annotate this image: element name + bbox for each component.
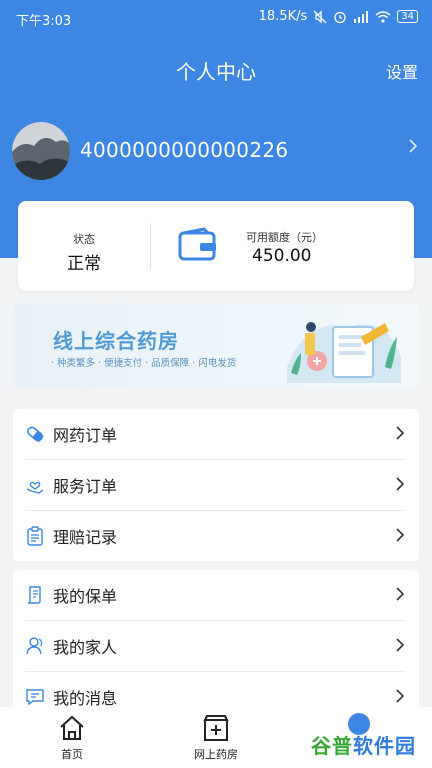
menu-item-label: 我的消息 bbox=[53, 689, 118, 707]
avatar[interactable] bbox=[12, 122, 70, 180]
chevron-right-icon bbox=[396, 689, 405, 703]
menu-group-orders: 网药订单 服务订单 理赔记录 bbox=[13, 409, 419, 561]
settings-button[interactable]: 设置 bbox=[386, 59, 418, 83]
menu-item-label: 网药订单 bbox=[53, 426, 118, 445]
account-card: 状态 正常 可用额度（元） 450.00 bbox=[18, 201, 414, 291]
menu-item-label: 我的保单 bbox=[53, 587, 118, 606]
menu-item-claim-records[interactable]: 理赔记录 bbox=[25, 511, 405, 561]
menu-item-my-messages[interactable]: 我的消息 bbox=[25, 672, 405, 707]
home-icon bbox=[60, 715, 84, 740]
status-time: 下午3:03 bbox=[16, 14, 72, 29]
menu-group-personal: 我的保单 我的家人 我的消息 bbox=[13, 570, 419, 707]
message-icon bbox=[26, 689, 44, 706]
hand-heart-icon bbox=[26, 481, 44, 494]
mute-icon bbox=[313, 9, 327, 24]
wifi-icon bbox=[375, 10, 391, 23]
menu-item-label: 我的家人 bbox=[53, 638, 118, 657]
profile-row[interactable]: 4000000000000226 bbox=[12, 122, 422, 182]
status-label: 状态 bbox=[73, 233, 95, 246]
chevron-right-icon bbox=[396, 426, 405, 440]
chevron-right-icon bbox=[396, 638, 405, 652]
menu-item-drug-orders[interactable]: 网药订单 bbox=[25, 409, 405, 460]
chevron-right-icon bbox=[396, 477, 405, 491]
tab-home[interactable]: 首页 bbox=[12, 707, 132, 768]
pharmacy-banner[interactable]: 线上综合药房 · 种类繁多 · 便捷支付 · 品质保障 · 闪电发货 bbox=[13, 303, 419, 389]
menu-item-my-family[interactable]: 我的家人 bbox=[25, 621, 405, 672]
tab-label: 首页 bbox=[61, 748, 83, 761]
chevron-right-icon bbox=[396, 587, 405, 601]
policy-document-icon bbox=[27, 586, 41, 604]
clipboard-icon bbox=[27, 526, 43, 546]
credit-label: 可用额度（元） bbox=[246, 231, 323, 244]
menu-item-label: 服务订单 bbox=[53, 477, 118, 496]
status-indicators: 18.5K/s 34 bbox=[259, 9, 418, 24]
menu-item-service-orders[interactable]: 服务订单 bbox=[25, 460, 405, 511]
account-status: 状态 正常 bbox=[18, 201, 150, 291]
page-title: 个人中心 bbox=[176, 60, 256, 84]
banner-subtitle: · 种类繁多 · 便捷支付 · 品质保障 · 闪电发货 bbox=[51, 358, 237, 369]
pharmacy-icon bbox=[203, 715, 229, 741]
alarm-icon bbox=[334, 11, 346, 23]
username: 4000000000000226 bbox=[80, 138, 289, 162]
tab-online-pharmacy[interactable]: 网上药房 bbox=[156, 707, 276, 768]
network-speed: 18.5K/s bbox=[258, 9, 308, 24]
menu-item-label: 理赔记录 bbox=[53, 528, 118, 547]
pharmacy-illustration bbox=[287, 322, 401, 383]
credit-value: 450.00 bbox=[252, 246, 312, 266]
tab-label: 网上药房 bbox=[194, 748, 238, 761]
wallet-icon bbox=[178, 227, 216, 261]
menu-item-my-policies[interactable]: 我的保单 bbox=[25, 570, 405, 621]
chevron-right-icon bbox=[408, 138, 418, 159]
chevron-right-icon bbox=[396, 528, 405, 542]
status-bar: 下午3:03 18.5K/s 34 bbox=[0, 0, 432, 36]
watermark-green: 谷普 bbox=[311, 734, 353, 758]
divider bbox=[150, 223, 151, 269]
status-value: 正常 bbox=[67, 254, 101, 274]
pill-icon bbox=[27, 426, 44, 443]
title-bar: 个人中心 设置 bbox=[0, 50, 432, 90]
watermark: 谷普软件园 bbox=[311, 730, 416, 759]
banner-title: 线上综合药房 bbox=[53, 329, 179, 353]
family-icon bbox=[26, 637, 43, 655]
signal-icon bbox=[354, 10, 369, 23]
watermark-blue: 软件园 bbox=[353, 734, 416, 758]
battery-indicator: 34 bbox=[397, 10, 418, 23]
